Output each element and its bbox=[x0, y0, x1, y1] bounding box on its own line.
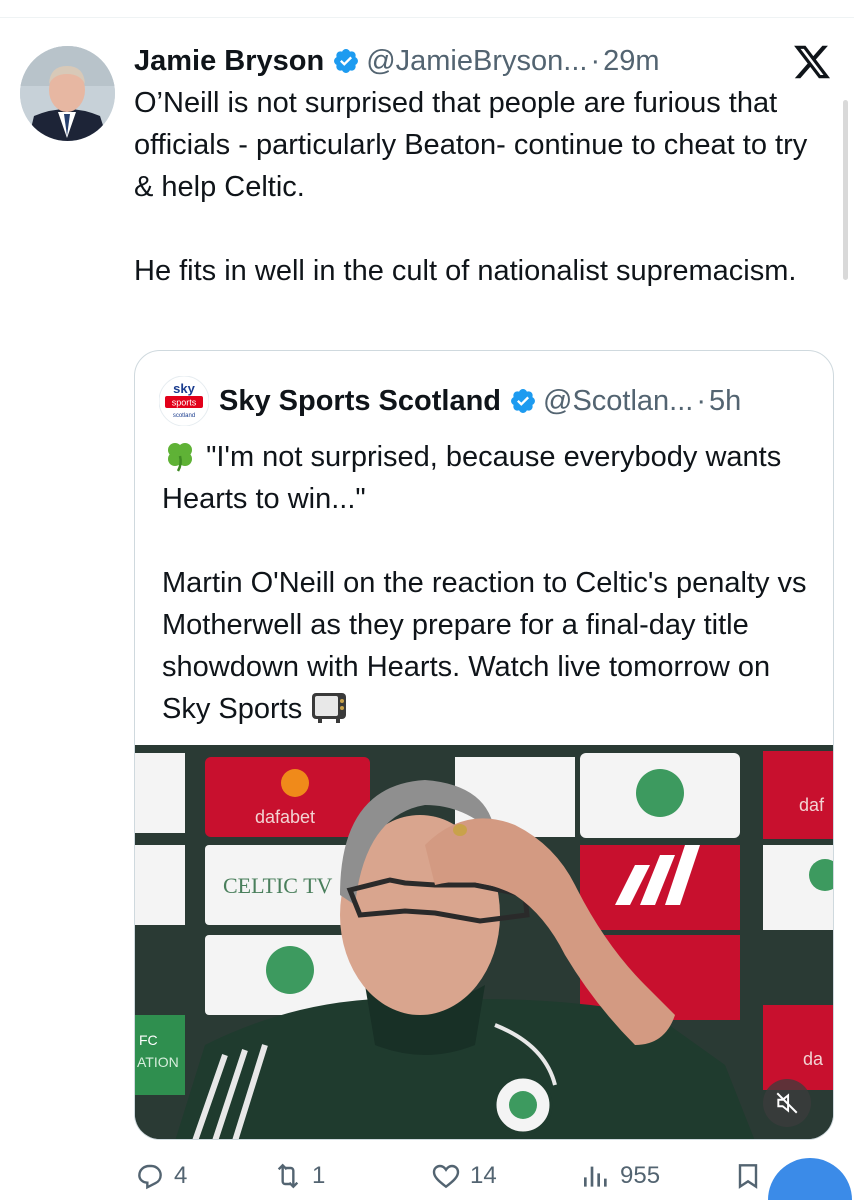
quote-paragraph-text: "I'm not surprised, because everybody wa… bbox=[162, 441, 782, 515]
tweet-text: O’Neill is not surprised that people are… bbox=[134, 82, 824, 292]
board-da: da bbox=[803, 1049, 824, 1069]
quote-author-handle[interactable]: @Scotlan... bbox=[543, 385, 693, 418]
board-celtic-tv: CELTIC TV bbox=[223, 873, 333, 898]
retweet-button[interactable]: 1 bbox=[272, 1154, 325, 1198]
retweet-icon bbox=[277, 1163, 299, 1189]
heart-icon bbox=[432, 1164, 460, 1189]
avatar-text-sky: sky bbox=[173, 381, 195, 396]
tweet-header: Jamie Bryson @JamieBryson... · 29m bbox=[134, 40, 660, 82]
bookmark-icon bbox=[738, 1164, 758, 1189]
board-daf: daf bbox=[799, 795, 825, 815]
reply-icon bbox=[138, 1164, 162, 1190]
tweet-paragraph: O’Neill is not surprised that people are… bbox=[134, 87, 808, 203]
like-count: 14 bbox=[470, 1162, 497, 1189]
quote-text: "I'm not surprised, because everybody wa… bbox=[162, 436, 822, 730]
video-frame: dafabet daf CELTIC TV FC ATION da bbox=[135, 745, 833, 1139]
avatar-text-sports: sports bbox=[172, 398, 197, 408]
tv-icon bbox=[312, 693, 347, 723]
action-bar: 4 1 14 955 bbox=[134, 1154, 854, 1198]
reply-count: 4 bbox=[174, 1162, 188, 1189]
author-name[interactable]: Jamie Bryson bbox=[134, 45, 324, 78]
separator-dot: · bbox=[696, 384, 707, 417]
quote-paragraph-2: Martin O'Neill on the reaction to Celtic… bbox=[162, 562, 822, 730]
separator-dot: · bbox=[590, 44, 601, 77]
quote-header: sky sports scotland Sky Sports Scotland … bbox=[159, 376, 741, 426]
tweet-paragraph: He fits in well in the cult of nationali… bbox=[134, 255, 797, 287]
sky-sports-scotland-avatar[interactable]: sky sports scotland bbox=[159, 376, 209, 426]
tweet-time[interactable]: 29m bbox=[603, 45, 659, 78]
reply-button[interactable]: 4 bbox=[134, 1154, 187, 1198]
board-ation: ATION bbox=[137, 1054, 179, 1070]
quote-video[interactable]: dafabet daf CELTIC TV FC ATION da bbox=[135, 745, 833, 1139]
quote-author-name[interactable]: Sky Sports Scotland bbox=[219, 385, 501, 418]
shamrock-icon bbox=[168, 443, 192, 472]
like-button[interactable]: 14 bbox=[430, 1154, 497, 1198]
scrollbar[interactable] bbox=[843, 100, 848, 280]
quote-paragraph-text: Martin O'Neill on the reaction to Celtic… bbox=[162, 567, 807, 725]
quote-paragraph-1: "I'm not surprised, because everybody wa… bbox=[162, 436, 822, 520]
views-icon bbox=[584, 1166, 607, 1187]
mute-icon bbox=[776, 1092, 798, 1114]
views-count: 955 bbox=[620, 1162, 661, 1189]
x-logo-icon[interactable] bbox=[792, 42, 832, 82]
board-fc: FC bbox=[139, 1032, 158, 1048]
quote-time[interactable]: 5h bbox=[709, 385, 741, 418]
board-dafabet: dafabet bbox=[255, 807, 315, 827]
quoted-tweet[interactable]: sky sports scotland Sky Sports Scotland … bbox=[134, 350, 834, 1140]
top-divider bbox=[0, 17, 854, 18]
bookmark-button[interactable] bbox=[732, 1154, 772, 1198]
verified-badge-icon bbox=[334, 49, 359, 73]
author-avatar[interactable] bbox=[20, 46, 115, 141]
views-button[interactable]: 955 bbox=[580, 1154, 660, 1198]
avatar-text-scotland: scotland bbox=[173, 413, 195, 419]
retweet-count: 1 bbox=[312, 1162, 326, 1189]
verified-badge-icon bbox=[511, 389, 535, 413]
author-handle[interactable]: @JamieBryson... bbox=[366, 45, 587, 78]
mute-button[interactable] bbox=[763, 1079, 811, 1127]
